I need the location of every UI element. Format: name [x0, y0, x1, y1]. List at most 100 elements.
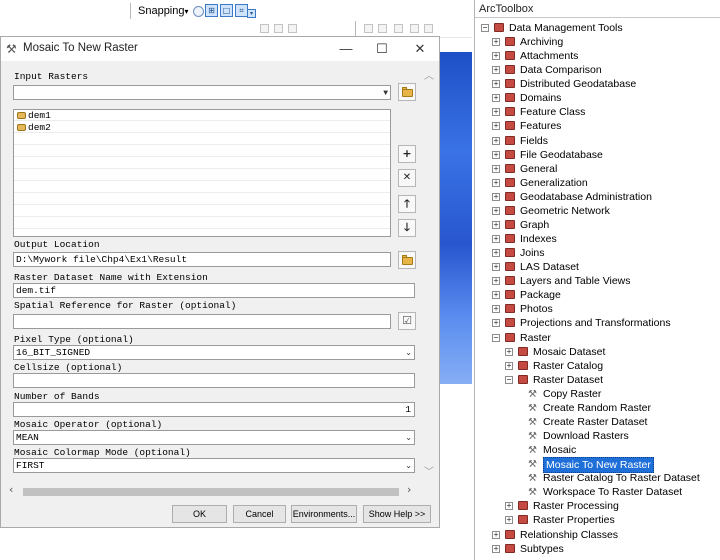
tree-node-las-dataset[interactable]: + LAS Dataset — [475, 260, 720, 274]
expand-icon[interactable]: + — [492, 66, 500, 75]
expand-icon[interactable]: + — [492, 52, 500, 61]
number-of-bands-field[interactable]: 1 — [13, 402, 415, 417]
attributes-icon[interactable] — [364, 24, 373, 33]
environments-button[interactable]: Environments... — [291, 505, 357, 523]
tree-node-generalization[interactable]: + Generalization — [475, 176, 720, 190]
edit-vertices-icon[interactable] — [260, 24, 269, 33]
point-snap-icon[interactable] — [193, 6, 204, 17]
expand-icon[interactable]: + — [492, 94, 500, 103]
expand-icon[interactable]: + — [505, 502, 513, 511]
scroll-down-icon[interactable]: ﹀ — [424, 463, 434, 478]
tree-node-raster-dataset[interactable]: − Raster Dataset — [475, 373, 720, 387]
expand-icon[interactable]: + — [492, 263, 500, 272]
tree-node-subtypes[interactable]: + Subtypes — [475, 542, 720, 556]
expand-icon[interactable]: + — [492, 291, 500, 300]
tree-node-mosaic[interactable]: ⚒ Mosaic — [475, 443, 720, 457]
expand-icon[interactable]: + — [492, 164, 500, 173]
expand-icon[interactable]: + — [505, 516, 513, 525]
tree-node-raster[interactable]: − Raster — [475, 331, 720, 345]
tree-node-attachments[interactable]: + Attachments — [475, 49, 720, 63]
raster-name-field[interactable]: dem.tif — [13, 283, 415, 298]
horizontal-scrollbar[interactable]: ‹ › — [9, 483, 417, 498]
colormap-mode-dropdown[interactable]: FIRST ⌄ — [13, 458, 415, 473]
output-location-field[interactable]: D:\Mywork file\Chp4\Ex1\Result — [13, 252, 391, 267]
tree-node-geodatabase-administration[interactable]: + Geodatabase Administration — [475, 190, 720, 204]
expand-icon[interactable]: + — [492, 206, 500, 215]
tree-node-geometric-network[interactable]: + Geometric Network — [475, 204, 720, 218]
tree-node-create-random-raster[interactable]: ⚒ Create Random Raster — [475, 401, 720, 415]
spatial-reference-properties-button[interactable]: ☑ — [398, 312, 416, 330]
cut-polygon-icon[interactable] — [288, 24, 297, 33]
expand-icon[interactable]: + — [492, 305, 500, 314]
ok-button[interactable]: OK — [172, 505, 227, 523]
close-button[interactable]: ✕ — [409, 40, 431, 58]
sketch-properties-icon[interactable] — [378, 24, 387, 33]
expand-icon[interactable]: + — [492, 249, 500, 258]
input-rasters-list[interactable]: dem1 dem2 — [13, 109, 391, 237]
tree-node-joins[interactable]: + Joins — [475, 246, 720, 260]
expand-icon[interactable]: + — [492, 80, 500, 89]
move-down-button[interactable]: 🡓 — [398, 219, 416, 237]
tree-node-mosaic-dataset[interactable]: + Mosaic Dataset — [475, 345, 720, 359]
tree-node-raster-catalog[interactable]: + Raster Catalog — [475, 359, 720, 373]
tree-node-graph[interactable]: + Graph — [475, 218, 720, 232]
expand-icon[interactable]: + — [492, 235, 500, 244]
edit-annotation-icon[interactable] — [410, 24, 419, 33]
add-raster-button[interactable]: + — [398, 145, 416, 163]
cellsize-field[interactable] — [13, 373, 415, 388]
expand-icon[interactable]: + — [492, 136, 500, 145]
browse-output-folder-button[interactable] — [398, 251, 416, 269]
input-rasters-dropdown[interactable]: ▼ — [13, 85, 391, 100]
expand-icon[interactable]: + — [492, 544, 500, 553]
mosaic-operator-dropdown[interactable]: MEAN ⌄ — [13, 430, 415, 445]
expand-icon[interactable]: + — [492, 530, 500, 539]
tree-node-copy-raster[interactable]: ⚒ Copy Raster — [475, 387, 720, 401]
expand-icon[interactable]: + — [492, 108, 500, 117]
maximize-button[interactable]: ☐ — [371, 40, 393, 58]
tree-node-file-geodatabase[interactable]: + File Geodatabase — [475, 148, 720, 162]
tree-node-data-comparison[interactable]: + Data Comparison — [475, 63, 720, 77]
tree-node-feature-class[interactable]: + Feature Class — [475, 105, 720, 119]
expand-icon[interactable]: + — [492, 122, 500, 131]
spatial-reference-field[interactable] — [13, 314, 391, 329]
tree-node-indexes[interactable]: + Indexes — [475, 232, 720, 246]
tree-node-domains[interactable]: + Domains — [475, 91, 720, 105]
expand-icon[interactable]: + — [492, 319, 500, 328]
vertex-snap-icon[interactable]: □ — [220, 4, 233, 17]
tree-node-fields[interactable]: + Fields — [475, 134, 720, 148]
tree-node-download-rasters[interactable]: ⚒ Download Rasters — [475, 429, 720, 443]
scroll-left-icon[interactable]: ‹ — [9, 483, 13, 496]
create-features-icon[interactable] — [394, 24, 403, 33]
expand-icon[interactable]: + — [492, 150, 500, 159]
show-help-button[interactable]: Show Help >> — [363, 505, 431, 523]
collapse-icon[interactable]: − — [505, 375, 513, 384]
reshape-icon[interactable] — [274, 24, 283, 33]
tree-node-features[interactable]: + Features — [475, 119, 720, 133]
minimize-button[interactable]: — — [335, 40, 357, 58]
map-view[interactable] — [436, 52, 472, 384]
tree-node-raster-properties[interactable]: + Raster Properties — [475, 513, 720, 527]
list-item[interactable]: dem1 — [14, 110, 390, 121]
tree-node-raster-processing[interactable]: + Raster Processing — [475, 499, 720, 513]
tree-node-raster-catalog-to-raster-dataset[interactable]: ⚒ Raster Catalog To Raster Dataset — [475, 471, 720, 485]
tree-node-create-raster-dataset[interactable]: ⚒ Create Raster Dataset — [475, 415, 720, 429]
tree-node-distributed-geodatabase[interactable]: + Distributed Geodatabase — [475, 77, 720, 91]
tree-node-layers-and-table-views[interactable]: + Layers and Table Views — [475, 274, 720, 288]
tree-node-projections-and-transformations[interactable]: + Projections and Transformations — [475, 316, 720, 330]
remove-raster-button[interactable]: ✕ — [398, 169, 416, 187]
browse-input-folder-button[interactable] — [398, 83, 416, 101]
expand-icon[interactable]: + — [492, 178, 500, 187]
pixel-type-dropdown[interactable]: 16_BIT_SIGNED ⌄ — [13, 345, 415, 360]
expand-icon[interactable]: + — [492, 192, 500, 201]
list-item[interactable]: dem2 — [14, 122, 390, 133]
tree-node-workspace-to-raster-dataset[interactable]: ⚒ Workspace To Raster Dataset — [475, 485, 720, 499]
expand-icon[interactable]: + — [505, 361, 513, 370]
scrollbar-thumb[interactable] — [23, 488, 399, 496]
scroll-up-icon[interactable]: ︿ — [424, 67, 434, 82]
expand-icon[interactable]: + — [492, 220, 500, 229]
collapse-icon[interactable]: − — [481, 24, 489, 32]
expand-icon[interactable]: + — [492, 277, 500, 286]
toolbar-options-icon[interactable] — [424, 24, 433, 33]
dialog-titlebar[interactable]: ⚒ Mosaic To New Raster — ☐ ✕ — [1, 37, 439, 61]
expand-icon[interactable]: + — [505, 347, 513, 356]
